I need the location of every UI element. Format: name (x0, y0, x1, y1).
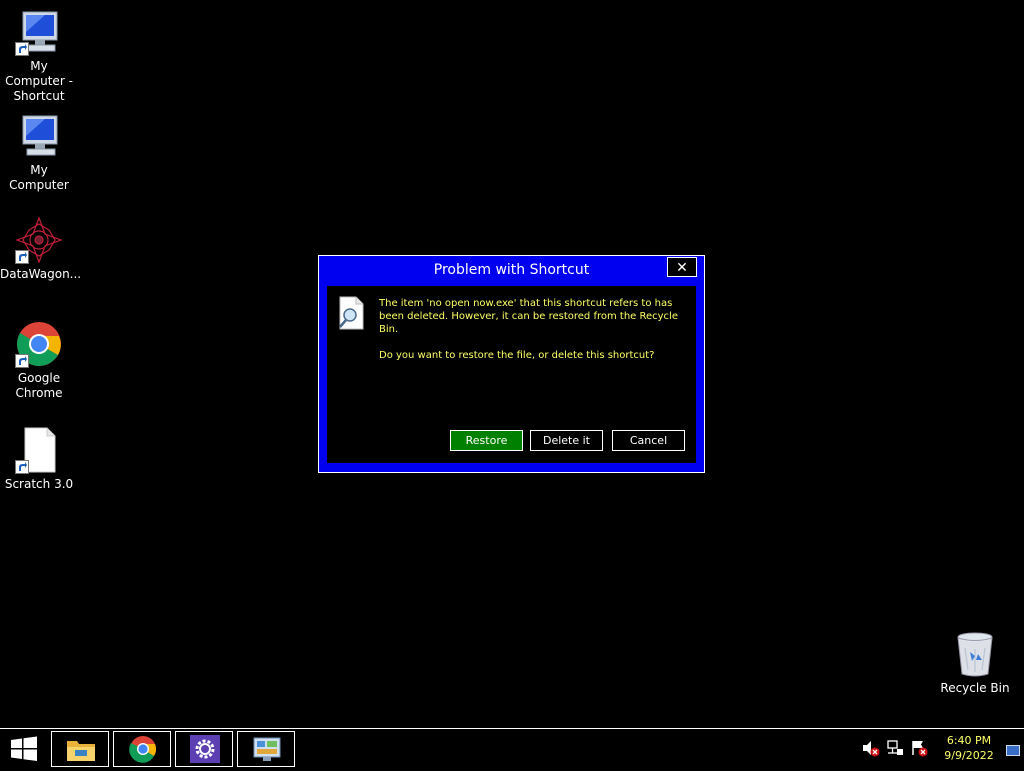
message-text: The item 'no open now.exe' that this sho… (379, 298, 678, 335)
desktop-icon-scratch[interactable]: Scratch 3.0 (0, 426, 78, 492)
shortcut-arrow-icon (15, 354, 29, 368)
close-button[interactable]: ✕ (667, 257, 697, 277)
search-file-icon (337, 296, 365, 330)
file-explorer-icon (66, 735, 96, 763)
show-desktop-icon (1006, 745, 1020, 756)
action-center-icon[interactable] (910, 739, 928, 757)
desktop-icon-label: Google Chrome (15, 371, 63, 400)
desktop-icon-label: My Computer - Shortcut (5, 59, 73, 103)
desktop-icon-label: Recycle Bin (940, 681, 1010, 695)
taskbar-chrome[interactable] (113, 731, 171, 767)
desktop-icon-google-chrome[interactable]: Google Chrome (0, 320, 78, 401)
shortcut-arrow-icon (15, 460, 29, 474)
computer-icon (15, 8, 63, 56)
taskbar-file-explorer[interactable] (51, 731, 109, 767)
show-desktop-button[interactable] (1006, 741, 1020, 756)
shortcut-arrow-icon (15, 250, 29, 264)
dialog-message: The item 'no open now.exe' that this sho… (379, 297, 679, 375)
desktop-icon-my-computer[interactable]: My Computer (0, 112, 78, 193)
network-icon[interactable] (886, 739, 904, 757)
question-text: Do you want to restore the file, or dele… (379, 350, 655, 361)
taskbar-control-panel[interactable] (237, 731, 295, 767)
windows-logo-icon (11, 736, 37, 761)
desktop-icon-my-computer-shortcut[interactable]: My Computer - Shortcut (0, 8, 78, 104)
desktop-icon-label: DataWagon... (0, 267, 82, 281)
shortcut-arrow-icon (15, 42, 29, 56)
dialog-content: The item 'no open now.exe' that this sho… (327, 286, 696, 463)
computer-icon (15, 112, 63, 160)
dialog-title: Problem with Shortcut (433, 262, 590, 278)
taskbar: 6:40 PM 9/9/2022 (0, 728, 1024, 768)
start-button[interactable] (0, 731, 48, 767)
taskbar-settings[interactable] (175, 731, 233, 767)
close-icon: ✕ (676, 260, 688, 276)
chrome-icon (15, 320, 63, 368)
desktop-icon-recycle-bin[interactable]: Recycle Bin (936, 630, 1014, 696)
clock-date: 9/9/2022 (944, 749, 994, 762)
desktop: My Computer - Shortcut My Computer DataW… (0, 0, 1024, 728)
chrome-icon (128, 735, 158, 763)
problem-with-shortcut-dialog: Problem with Shortcut ✕ The item 'no ope… (318, 255, 705, 473)
clock[interactable]: 6:40 PM 9/9/2022 (936, 733, 1002, 763)
recycle-bin-icon (951, 630, 999, 678)
file-icon (15, 426, 63, 474)
delete-it-button[interactable]: Delete it (530, 430, 603, 451)
datawagon-icon (15, 216, 63, 264)
restore-button[interactable]: Restore (450, 430, 523, 451)
desktop-icon-label: My Computer (9, 163, 69, 192)
desktop-icon-label: Scratch 3.0 (4, 477, 74, 491)
control-panel-icon (252, 735, 282, 763)
desktop-icon-datawagon[interactable]: DataWagon... (0, 216, 82, 282)
dialog-titlebar[interactable]: Problem with Shortcut ✕ (319, 256, 704, 284)
cancel-button[interactable]: Cancel (612, 430, 685, 451)
clock-time: 6:40 PM (946, 734, 992, 747)
volume-muted-icon[interactable] (862, 739, 880, 757)
settings-icon (190, 735, 220, 763)
